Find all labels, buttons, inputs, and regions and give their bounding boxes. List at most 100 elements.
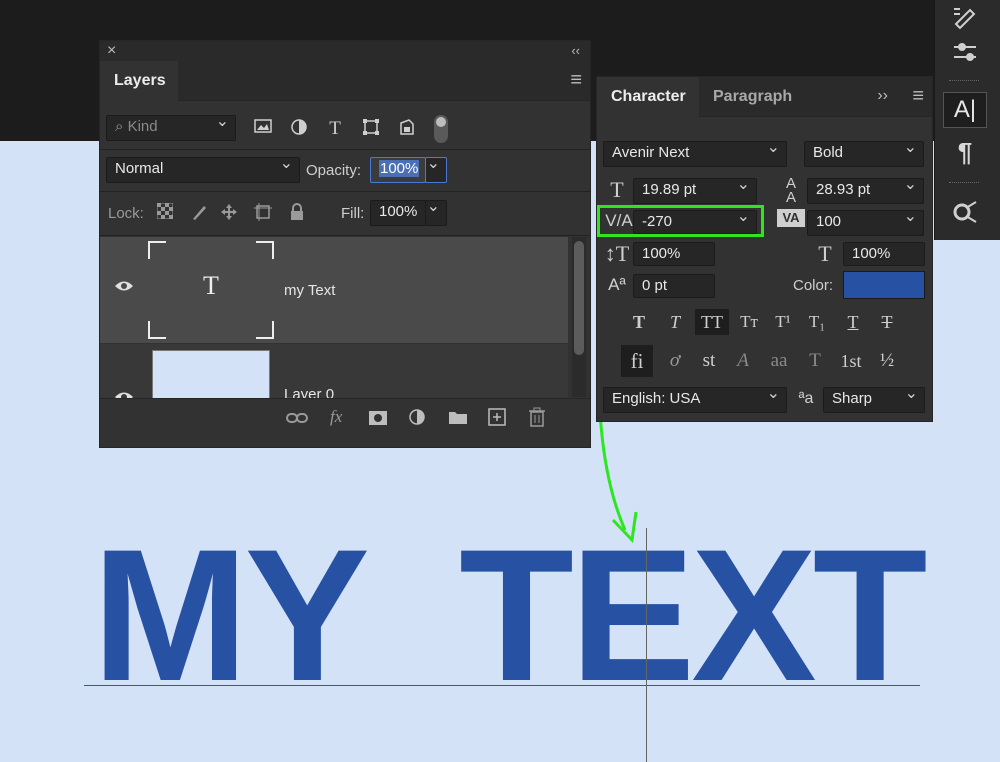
font-style-select[interactable]: Bold	[804, 141, 924, 167]
kerning-icon: V/A	[605, 211, 633, 230]
antialias-icon: ªa	[798, 390, 814, 407]
shape-filter-icon[interactable]	[360, 118, 382, 142]
lock-artboard-icon[interactable]	[252, 203, 274, 227]
panel-grip	[949, 80, 979, 83]
layers-tab-bar: Layers ≡	[100, 61, 590, 101]
stylistic-alternates-button[interactable]: aa	[763, 350, 795, 372]
kind-filter-label: Kind	[127, 118, 158, 135]
folder-icon[interactable]	[448, 409, 468, 430]
titling-alternates-button[interactable]: T	[801, 350, 829, 372]
strikethrough-button[interactable]: T	[873, 311, 901, 333]
adjustment-icon[interactable]	[408, 408, 426, 431]
opentype-row: fi ơ st A aa T 1st ½	[621, 345, 911, 379]
opacity-input[interactable]: 100%	[370, 157, 426, 183]
link-icon[interactable]	[286, 409, 308, 432]
swash-button[interactable]: A	[729, 350, 757, 372]
layers-panel: × ‹‹ Layers ≡ ⌕ Kind T Normal Opacity: 1…	[99, 40, 591, 448]
font-size-icon: T	[610, 177, 624, 202]
opacity-value: 100%	[379, 160, 420, 177]
close-icon[interactable]: ×	[107, 41, 116, 61]
font-family-select[interactable]: Avenir Next	[603, 141, 787, 167]
underline-button[interactable]: T	[839, 311, 867, 333]
opacity-dropdown-button[interactable]	[425, 157, 447, 183]
language-select[interactable]: English: USA	[603, 387, 787, 413]
lock-pixels-brush-icon[interactable]	[188, 203, 210, 227]
fx-icon[interactable]: fx	[330, 407, 342, 427]
smart-object-filter-icon[interactable]	[396, 118, 418, 142]
opacity-label: Opacity:	[306, 162, 362, 179]
tab-layers[interactable]: Layers	[100, 61, 178, 101]
visibility-eye-icon[interactable]	[114, 390, 134, 398]
expand-icon[interactable]: ››	[877, 87, 888, 105]
trash-icon[interactable]	[528, 407, 546, 432]
horizontal-scale-icon: T	[818, 241, 832, 266]
layer-row[interactable]: T my Text	[100, 237, 568, 343]
subscript-button[interactable]: T₁	[803, 311, 831, 333]
search-icon: ⌕	[115, 118, 124, 135]
right-tool-strip: A| ¶	[934, 0, 1000, 240]
filter-toggle[interactable]	[434, 115, 448, 143]
collapse-icon[interactable]: ‹‹	[571, 41, 580, 61]
paragraph-panel-icon[interactable]: ¶	[943, 134, 987, 170]
visibility-eye-icon[interactable]	[114, 277, 134, 298]
layer-name[interactable]: Layer 0	[284, 386, 334, 398]
horizontal-scale-input[interactable]: 100%	[843, 242, 925, 266]
all-caps-button[interactable]: TT	[695, 309, 729, 335]
brush-settings-icon[interactable]	[943, 0, 987, 36]
small-caps-button[interactable]: Tт	[733, 311, 765, 333]
vertical-scale-input[interactable]: 100%	[633, 242, 715, 266]
lock-all-icon[interactable]	[286, 203, 308, 227]
baseline-shift-input[interactable]: 0 pt	[633, 274, 715, 298]
tracking-input[interactable]: 100	[807, 210, 924, 236]
fractions-button[interactable]: ½	[873, 350, 901, 372]
image-filter-icon[interactable]	[252, 118, 274, 140]
text-layer-thumbnail: T	[148, 241, 274, 339]
tab-paragraph[interactable]: Paragraph	[699, 77, 806, 117]
layers-panel-titlebar: × ‹‹	[100, 41, 590, 61]
scrollbar-thumb[interactable]	[574, 241, 584, 355]
panel-grip	[949, 182, 979, 185]
character-tab-bar: Character Paragraph ›› ≡	[597, 77, 932, 117]
text-color-swatch[interactable]	[843, 271, 925, 299]
fill-input[interactable]: 100%	[370, 200, 426, 226]
ordinals-button[interactable]: 1st	[835, 350, 867, 372]
lock-label: Lock:	[108, 205, 144, 222]
glyphs-panel-icon[interactable]	[943, 194, 987, 230]
fill-dropdown-button[interactable]	[425, 200, 447, 226]
fill-label: Fill:	[341, 205, 365, 222]
type-layer-icon: T	[203, 271, 219, 300]
layers-footer: fx	[100, 398, 590, 438]
tab-character[interactable]: Character	[597, 77, 699, 117]
lock-position-move-icon[interactable]	[218, 203, 240, 227]
faux-bold-button[interactable]: T	[625, 311, 653, 333]
faux-italic-button[interactable]: T	[661, 311, 689, 333]
character-panel-icon[interactable]: A|	[943, 92, 987, 128]
layer-row[interactable]: Layer 0	[100, 344, 568, 398]
lock-transparent-icon[interactable]	[154, 202, 176, 225]
panel-menu-icon[interactable]: ≡	[570, 69, 582, 92]
type-filter-icon[interactable]: T	[324, 118, 346, 140]
layers-scrollbar[interactable]	[572, 237, 586, 397]
panel-menu-icon[interactable]: ≡	[912, 85, 924, 108]
old-style-button[interactable]: ơ	[661, 350, 689, 372]
character-panel: Character Paragraph ›› ≡ Avenir Next Bol…	[596, 76, 933, 422]
leading-input[interactable]: 28.93 pt	[807, 178, 924, 204]
vertical-scale-icon: ↕T	[604, 241, 630, 266]
tracking-icon: VA	[777, 209, 805, 227]
adjustment-filter-icon[interactable]	[288, 118, 310, 142]
adjustments-sliders-icon[interactable]	[943, 34, 987, 70]
baseline-shift-icon: Aª	[608, 275, 626, 294]
type-style-row: T T TT Tт T¹ T₁ T T	[625, 307, 905, 337]
ligatures-button[interactable]: fi	[621, 345, 653, 377]
layer-thumbnail	[152, 350, 270, 398]
mask-icon[interactable]	[368, 409, 388, 432]
kind-filter-select[interactable]: ⌕ Kind	[106, 115, 236, 141]
new-layer-icon[interactable]	[488, 408, 506, 431]
antialias-select[interactable]: Sharp	[823, 387, 925, 413]
superscript-button[interactable]: T¹	[769, 311, 797, 333]
font-size-input[interactable]: 19.89 pt	[633, 178, 757, 204]
kerning-input[interactable]: -270	[633, 210, 757, 234]
discretionary-ligatures-button[interactable]: st	[695, 350, 723, 372]
layer-name[interactable]: my Text	[284, 282, 335, 299]
blend-mode-select[interactable]: Normal	[106, 157, 300, 183]
